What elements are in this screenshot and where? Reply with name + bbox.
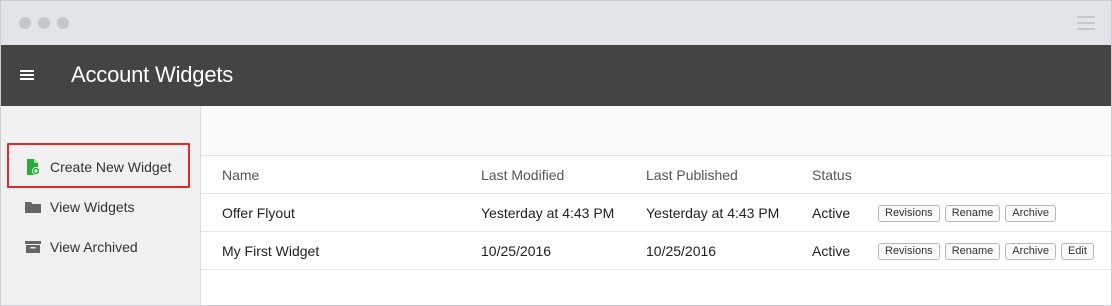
row-actions: Revisions Rename Archive — [878, 205, 1061, 222]
rename-button[interactable]: Rename — [944, 205, 1001, 222]
archive-box-icon — [25, 239, 41, 255]
widget-name[interactable]: Offer Flyout — [222, 205, 295, 221]
folder-icon — [25, 199, 41, 215]
app-header: Account Widgets — [1, 45, 1111, 106]
widget-name[interactable]: My First Widget — [222, 243, 319, 259]
rename-button[interactable]: Rename — [944, 243, 1001, 260]
column-header-status[interactable]: Status — [812, 167, 852, 183]
revisions-button[interactable]: Revisions — [878, 243, 940, 260]
sidebar: Create New Widget View Widgets View Arch… — [1, 106, 201, 305]
archive-button[interactable]: Archive — [1005, 243, 1056, 260]
table-header-row: Name Last Modified Last Published Status — [201, 156, 1111, 194]
status-text: Active — [812, 243, 851, 259]
sidebar-item-label: Create New Widget — [50, 159, 172, 175]
last-modified: 10/25/2016 — [481, 243, 552, 259]
column-header-last-published[interactable]: Last Published — [646, 167, 738, 183]
column-header-name[interactable]: Name — [222, 167, 259, 183]
last-published: Yesterday at 4:43 PM — [646, 205, 780, 221]
window-close-dot[interactable] — [19, 17, 31, 29]
status-text: Active — [812, 205, 851, 221]
file-plus-icon — [25, 159, 41, 175]
revisions-button[interactable]: Revisions — [878, 205, 940, 222]
row-actions: Revisions Rename Archive Edit — [878, 243, 1099, 260]
sidebar-item-label: View Widgets — [50, 199, 135, 215]
window-menu-icon[interactable] — [1077, 16, 1095, 34]
last-published: 10/25/2016 — [646, 243, 717, 259]
main-content: Name Last Modified Last Published Status… — [201, 106, 1111, 305]
browser-window: Account Widgets Create New Widget View W… — [0, 0, 1112, 306]
toolbar — [201, 106, 1111, 156]
page-title: Account Widgets — [71, 62, 234, 87]
table-row[interactable]: Offer Flyout Yesterday at 4:43 PM Yester… — [201, 194, 1111, 232]
last-modified: Yesterday at 4:43 PM — [481, 205, 615, 221]
hamburger-menu-icon[interactable] — [20, 70, 34, 82]
archive-button[interactable]: Archive — [1005, 205, 1056, 222]
sidebar-item-label: View Archived — [50, 239, 138, 255]
sidebar-item-view-widgets[interactable]: View Widgets — [25, 197, 135, 217]
window-titlebar — [1, 1, 1111, 45]
column-header-last-modified[interactable]: Last Modified — [481, 167, 564, 183]
sidebar-item-view-archived[interactable]: View Archived — [25, 237, 138, 257]
window-minimize-dot[interactable] — [38, 17, 50, 29]
edit-button[interactable]: Edit — [1060, 243, 1094, 260]
sidebar-item-create-new-widget[interactable]: Create New Widget — [25, 157, 171, 177]
window-zoom-dot[interactable] — [57, 17, 69, 29]
table-row[interactable]: My First Widget 10/25/2016 10/25/2016 Ac… — [201, 232, 1111, 270]
